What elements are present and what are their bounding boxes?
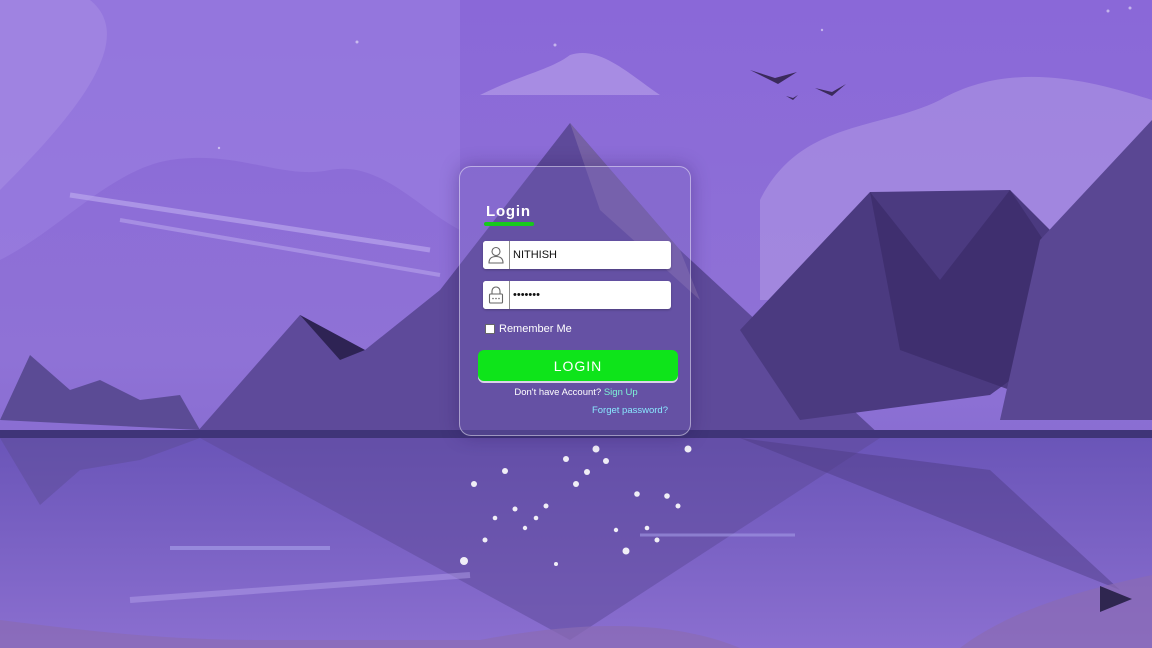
user-icon xyxy=(483,241,510,269)
username-field[interactable] xyxy=(483,241,671,269)
signup-link[interactable]: Sign Up xyxy=(604,387,638,398)
login-button[interactable]: LOGIN xyxy=(478,350,678,381)
username-input[interactable] xyxy=(513,241,665,269)
remember-label: Remember Me xyxy=(499,323,572,335)
play-icon[interactable] xyxy=(1100,586,1132,612)
password-field[interactable] xyxy=(483,281,671,309)
login-card: Login Remember Me LOGIN Don't have Accou… xyxy=(459,166,691,436)
password-input[interactable] xyxy=(513,281,665,309)
remember-checkbox[interactable] xyxy=(485,324,495,334)
no-account-text: Don't have Account? xyxy=(514,387,602,398)
lock-icon xyxy=(483,281,510,309)
forgot-password-link[interactable]: Forget password? xyxy=(592,405,668,416)
remember-me[interactable]: Remember Me xyxy=(485,323,572,335)
signup-line: Don't have Account? Sign Up xyxy=(460,387,692,398)
title-underline xyxy=(484,222,534,226)
login-title: Login xyxy=(486,203,531,220)
